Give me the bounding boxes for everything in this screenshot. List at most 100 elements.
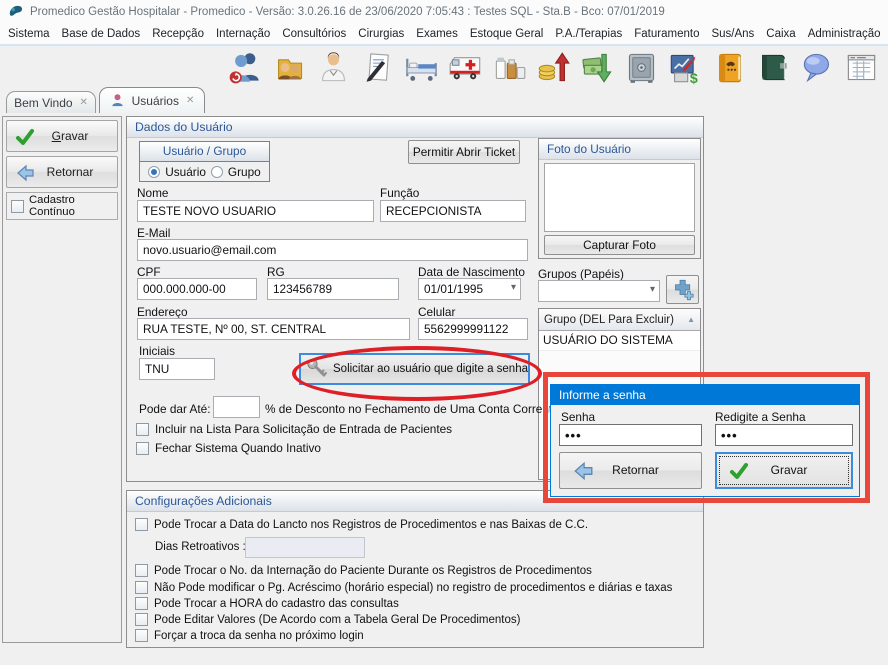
pode-trocar-hora-checkbox[interactable] bbox=[135, 597, 148, 610]
config-label: Pode Trocar a Data do Lancto nos Registr… bbox=[154, 519, 588, 531]
config-row: Pode Editar Valores (De Acordo com a Tab… bbox=[135, 613, 520, 626]
pharmacy-icon[interactable] bbox=[492, 50, 527, 85]
cpf-input[interactable] bbox=[137, 278, 257, 300]
celular-label: Celular bbox=[418, 305, 455, 319]
funcao-input[interactable] bbox=[380, 200, 526, 222]
config-label: Pode Editar Valores (De Acordo com a Tab… bbox=[154, 614, 520, 626]
cash-in-icon[interactable] bbox=[536, 50, 571, 85]
usuario-grupo-box: Usuário / Grupo Usuário Grupo bbox=[139, 141, 270, 182]
redigite-senha-label: Redigite a Senha bbox=[715, 410, 806, 424]
dialog-title: Informe a senha bbox=[551, 385, 859, 405]
add-plus-icon bbox=[671, 278, 695, 302]
menu-bar: Sistema Base de Dados Recepção Internaçã… bbox=[0, 24, 888, 44]
hospital-bed-icon[interactable] bbox=[404, 50, 439, 85]
iniciais-label: Iniciais bbox=[139, 344, 175, 358]
user-icon bbox=[110, 93, 125, 108]
dias-retroativos-label: Dias Retroativos : bbox=[155, 541, 246, 553]
email-input[interactable] bbox=[137, 239, 528, 261]
sort-asc-icon: ▲ bbox=[687, 315, 695, 324]
menu-sistema[interactable]: Sistema bbox=[8, 28, 50, 40]
tab-bem-vindo[interactable]: Bem Vindo ✕ bbox=[6, 91, 96, 113]
safe-icon[interactable] bbox=[624, 50, 659, 85]
pode-trocar-internacao-checkbox[interactable] bbox=[135, 564, 148, 577]
grupos-combo[interactable]: ▾ bbox=[538, 280, 660, 302]
rg-input[interactable] bbox=[267, 278, 399, 300]
radio-usuario[interactable] bbox=[148, 166, 160, 178]
photo-preview-box bbox=[544, 163, 695, 232]
desconto-input[interactable] bbox=[213, 396, 260, 418]
menu-faturamento[interactable]: Faturamento bbox=[634, 28, 699, 40]
config-row: Pode Trocar a Data do Lancto nos Registr… bbox=[135, 518, 588, 531]
config-label: Pode Trocar a HORA do cadastro das consu… bbox=[154, 598, 399, 610]
cpf-label: CPF bbox=[137, 265, 161, 279]
dialog-retornar-button[interactable]: Retornar bbox=[559, 452, 702, 489]
usuario-grupo-radios: Usuário Grupo bbox=[140, 162, 269, 182]
endereco-input[interactable] bbox=[137, 318, 410, 340]
permitir-abrir-ticket-button[interactable]: Permitir Abrir Ticket bbox=[408, 140, 520, 164]
nao-pode-modificar-acrescimo-checkbox[interactable] bbox=[135, 581, 148, 594]
grupo-row[interactable]: USUÁRIO DO SISTEMA bbox=[539, 331, 700, 351]
dialog-gravar-button[interactable]: Gravar bbox=[715, 452, 853, 489]
add-grupo-button[interactable] bbox=[666, 275, 699, 304]
pode-editar-valores-checkbox[interactable] bbox=[135, 613, 148, 626]
fechar-sistema-row: Fechar Sistema Quando Inativo bbox=[136, 441, 321, 455]
solicitar-senha-button[interactable]: Solicitar ao usuário que digite a senha bbox=[299, 353, 530, 385]
data-nascimento-value: 01/01/1995 bbox=[424, 282, 483, 296]
phonebook-icon[interactable] bbox=[712, 50, 747, 85]
forcar-troca-senha-checkbox[interactable] bbox=[135, 629, 148, 642]
pode-trocar-data-checkbox[interactable] bbox=[135, 518, 148, 531]
menu-cirurgias[interactable]: Cirurgias bbox=[358, 28, 404, 40]
foto-usuario-title: Foto do Usuário bbox=[539, 139, 700, 160]
report-grid-icon[interactable] bbox=[844, 50, 879, 85]
cadastro-continuo-checkbox[interactable] bbox=[11, 200, 24, 213]
prescription-icon[interactable] bbox=[360, 50, 395, 85]
menu-pa-terapias[interactable]: P.A./Terapias bbox=[555, 28, 622, 40]
redigite-senha-input[interactable] bbox=[715, 424, 853, 446]
incluir-lista-checkbox[interactable] bbox=[136, 423, 149, 436]
chevron-down-icon: ▾ bbox=[511, 282, 516, 293]
menu-base-de-dados[interactable]: Base de Dados bbox=[62, 28, 141, 40]
gravar-button[interactable]: Gravar bbox=[6, 120, 118, 152]
celular-input[interactable] bbox=[418, 318, 528, 340]
users-icon[interactable] bbox=[228, 50, 263, 85]
config-row: Pode Trocar o No. da Internação do Pacie… bbox=[135, 564, 592, 577]
close-icon[interactable]: ✕ bbox=[80, 97, 88, 108]
menu-sus-ans[interactable]: Sus/Ans bbox=[711, 28, 754, 40]
menu-internacao[interactable]: Internação bbox=[216, 28, 270, 40]
ledger-book-icon[interactable] bbox=[756, 50, 791, 85]
grupos-grid-header[interactable]: Grupo (DEL Para Excluir) ▲ bbox=[539, 309, 700, 331]
usuario-grupo-title: Usuário / Grupo bbox=[140, 142, 269, 162]
cadastro-continuo-row[interactable]: Cadastro Contínuo bbox=[6, 192, 118, 220]
radio-grupo[interactable] bbox=[211, 166, 223, 178]
ambulance-icon[interactable] bbox=[448, 50, 483, 85]
data-nascimento-combo[interactable]: 01/01/1995 ▾ bbox=[418, 278, 521, 300]
chat-icon[interactable] bbox=[800, 50, 835, 85]
tab-label: Usuários bbox=[132, 94, 179, 108]
arrow-left-icon bbox=[572, 460, 594, 482]
menu-consultorios[interactable]: Consultórios bbox=[282, 28, 346, 40]
incluir-lista-label: Incluir na Lista Para Solicitação de Ent… bbox=[155, 422, 452, 436]
menu-administracao[interactable]: Administração bbox=[808, 28, 881, 40]
cash-out-icon[interactable] bbox=[580, 50, 615, 85]
finance-chart-icon[interactable]: $ bbox=[668, 50, 703, 85]
menu-estoque-geral[interactable]: Estoque Geral bbox=[470, 28, 544, 40]
doctor-icon[interactable] bbox=[316, 50, 351, 85]
fechar-sistema-checkbox[interactable] bbox=[136, 442, 149, 455]
nome-input[interactable] bbox=[137, 200, 374, 222]
menu-caixa[interactable]: Caixa bbox=[766, 28, 795, 40]
patients-folder-icon[interactable] bbox=[272, 50, 307, 85]
menu-exames[interactable]: Exames bbox=[416, 28, 458, 40]
senha-input[interactable] bbox=[559, 424, 702, 446]
retornar-button[interactable]: Retornar bbox=[6, 156, 118, 188]
menu-recepcao[interactable]: Recepção bbox=[152, 28, 204, 40]
data-nascimento-label: Data de Nascimento bbox=[418, 265, 525, 279]
capturar-foto-button[interactable]: Capturar Foto bbox=[544, 235, 695, 255]
iniciais-input[interactable] bbox=[139, 358, 215, 380]
solicitar-senha-label: Solicitar ao usuário que digite a senha bbox=[333, 363, 528, 375]
tab-usuarios[interactable]: Usuários ✕ bbox=[99, 87, 205, 113]
close-icon[interactable]: ✕ bbox=[186, 95, 194, 106]
config-label: Forçar a troca da senha no próximo login bbox=[154, 630, 364, 642]
svg-text:$: $ bbox=[690, 70, 698, 84]
senha-label: Senha bbox=[561, 410, 595, 424]
fechar-sistema-label: Fechar Sistema Quando Inativo bbox=[155, 441, 321, 455]
